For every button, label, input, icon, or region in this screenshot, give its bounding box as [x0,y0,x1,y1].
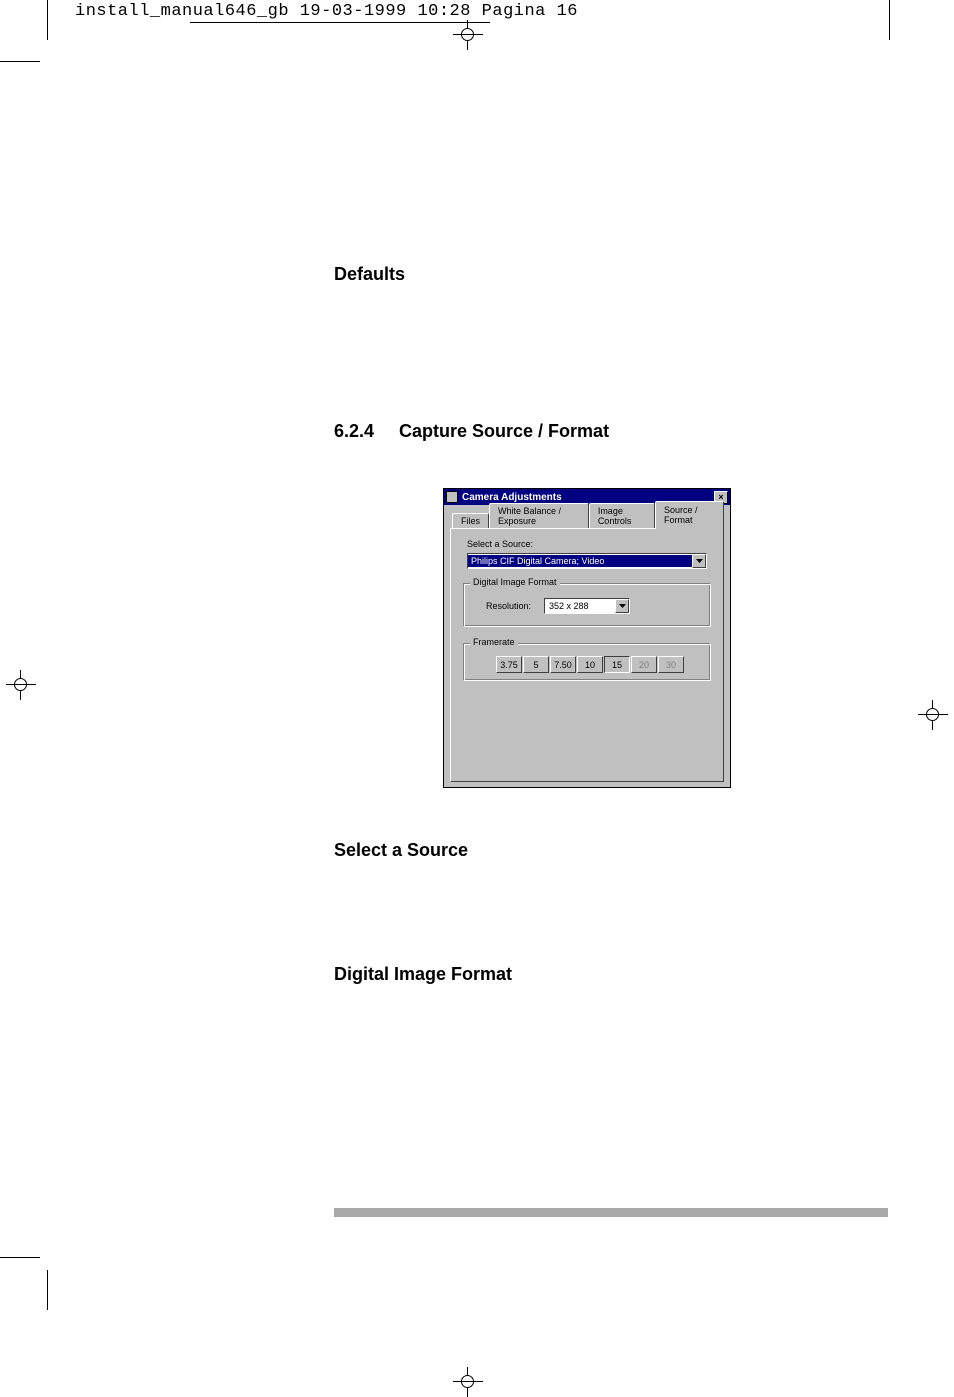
group-legend-framerate: Framerate [470,637,518,647]
heading-section: 6.2.4 Capture Source / Format [334,421,609,442]
tab-source-format[interactable]: Source / Format [655,501,724,529]
system-menu-icon[interactable] [446,491,458,503]
heading-digital-image-format: Digital Image Format [334,964,512,985]
group-digital-image-format: Digital Image Format Resolution: 352 x 2… [463,583,711,627]
tab-white-balance-exposure[interactable]: White Balance / Exposure [489,503,589,529]
crop-mark [47,1270,48,1310]
framerate-button-5[interactable]: 5 [523,656,549,673]
crop-mark [0,1257,40,1258]
tab-files[interactable]: Files [452,513,489,529]
chevron-down-icon [696,559,703,563]
dropdown-arrow-button[interactable] [692,554,706,568]
resolution-dropdown[interactable]: 352 x 288 [544,598,630,614]
heading-defaults: Defaults [334,264,405,285]
dialog-client-area: Files White Balance / Exposure Image Con… [444,505,730,788]
heading-select-a-source: Select a Source [334,840,468,861]
resolution-label: Resolution: [474,601,544,611]
crop-mark [889,0,890,40]
select-a-source-label: Select a Source: [467,539,713,549]
framerate-buttons: 3.75 5 7.50 10 15 20 30 [496,656,700,673]
framerate-button-10[interactable]: 10 [577,656,603,673]
framerate-button-3-75[interactable]: 3.75 [496,656,522,673]
registration-mark-icon [6,670,36,700]
framerate-button-7-50[interactable]: 7.50 [550,656,576,673]
section-number: 6.2.4 [334,421,394,442]
chevron-down-icon [619,604,626,608]
framerate-button-30: 30 [658,656,684,673]
section-title: Capture Source / Format [399,421,609,441]
camera-adjustments-dialog: Camera Adjustments × Files White Balance… [443,488,731,788]
close-icon: × [718,492,723,502]
group-framerate: Framerate 3.75 5 7.50 10 15 20 30 [463,643,711,681]
page-footer-divider [334,1208,888,1217]
dropdown-arrow-button[interactable] [615,599,629,613]
tab-strip: Files White Balance / Exposure Image Con… [452,509,724,528]
framerate-button-15[interactable]: 15 [604,656,630,673]
crop-mark [47,0,48,40]
source-dropdown-value: Philips CIF Digital Camera; Video [468,555,692,567]
registration-mark-icon [918,700,948,730]
tab-image-controls[interactable]: Image Controls [589,503,655,529]
crop-mark [0,61,40,62]
tab-panel-source-format: Select a Source: Philips CIF Digital Cam… [450,528,724,782]
resolution-dropdown-value: 352 x 288 [545,600,615,612]
group-legend-dif: Digital Image Format [470,577,560,587]
registration-mark-icon [453,20,483,50]
source-dropdown[interactable]: Philips CIF Digital Camera; Video [467,553,707,569]
crop-mark [190,22,490,23]
framerate-button-20: 20 [631,656,657,673]
crop-header-text: install_manual646_gb 19-03-1999 10:28 Pa… [75,2,578,21]
registration-mark-icon [453,1367,483,1397]
